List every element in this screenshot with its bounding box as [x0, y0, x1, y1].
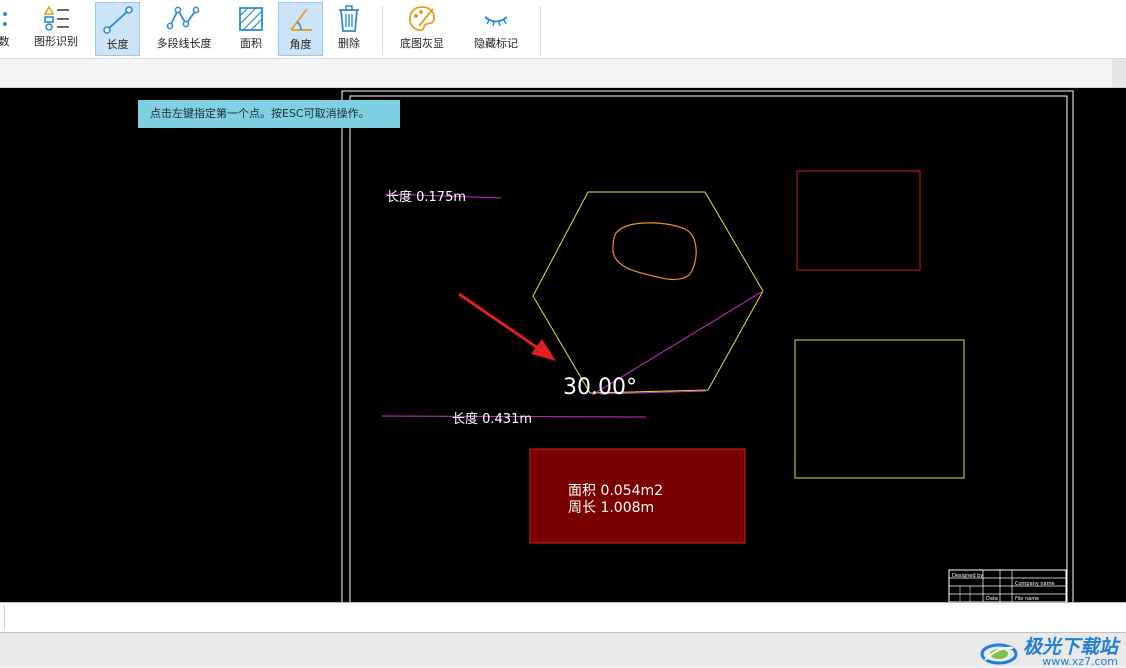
title-company: Company name [1015, 581, 1055, 587]
tool-label: 长度 [106, 38, 129, 51]
arrow-head-icon [531, 339, 556, 361]
tool-length[interactable]: 长度 [95, 2, 140, 56]
toolbar-separator [540, 6, 541, 54]
tool-label: 多段线长度 [156, 37, 212, 50]
red-rectangle[interactable] [796, 170, 921, 271]
tool-shape-recognition[interactable]: 图形识别 [28, 2, 84, 56]
length-label-1: 长度 0.175m [386, 189, 466, 205]
tool-label: 隐藏标记 [474, 37, 518, 50]
tool-label: 角度 [289, 38, 312, 51]
hide-marks-icon [484, 16, 508, 27]
tool-label: 面积 [240, 37, 262, 50]
gray-base-map-icon [408, 6, 435, 32]
drawing-canvas[interactable]: 长度 0.175m 长度 0.431m 30.00° 面积 0.054m2 周长… [0, 88, 1126, 602]
length-label-2: 长度 0.431m [452, 411, 532, 427]
tool-gray-base-map[interactable]: 底图灰显 [394, 2, 450, 56]
title-block: Designed by Company name Date File name [948, 569, 1067, 602]
status-bar: 极光下载站 www.xz7.com [0, 632, 1126, 668]
toolbar: 数 图形识别 长度 多段线长度 面积 角度 删除 底图灰显 隐藏标记 [0, 0, 1126, 59]
area-label: 面积 0.054m2 [568, 483, 663, 499]
shape-recognition-icon [43, 5, 69, 31]
sub-toolbar-scrollbar[interactable] [1112, 59, 1126, 87]
yellow-rectangle[interactable] [794, 339, 965, 479]
hexagon-shape[interactable] [532, 191, 764, 394]
perimeter-label: 周长 1.008m [568, 500, 654, 516]
angle-icon [289, 8, 312, 31]
title-designed-by: Designed by [952, 573, 983, 579]
polyline-length-icon [166, 6, 200, 30]
tool-delete[interactable]: 删除 [328, 2, 370, 56]
area-icon [239, 7, 263, 31]
length-icon [102, 6, 133, 34]
tool-angle[interactable]: 角度 [278, 2, 323, 56]
command-input[interactable] [4, 605, 1123, 629]
toolbar-partial-label: 数 [0, 35, 10, 48]
pointer-arrow [458, 292, 546, 355]
watermark: 极光下载站 www.xz7.com [979, 637, 1118, 668]
partial-icon [3, 12, 7, 26]
angle-label: 30.00° [563, 375, 637, 400]
watermark-logo-icon [980, 643, 1018, 664]
sub-toolbar [0, 59, 1126, 88]
command-bar [0, 602, 1126, 633]
tool-polyline-length[interactable]: 多段线长度 [150, 2, 218, 56]
watermark-brand: 极光下载站 [1022, 636, 1118, 658]
toolbar-partial-button[interactable]: 数 [0, 2, 14, 56]
instruction-tooltip: 点击左键指定第一个点。按ESC可取消操作。 [138, 100, 400, 128]
freeform-shape[interactable] [612, 222, 697, 281]
toolbar-separator [382, 6, 383, 54]
cad-drawing: 长度 0.175m 长度 0.431m 30.00° 面积 0.054m2 周长… [341, 90, 1074, 602]
tool-area[interactable]: 面积 [228, 2, 274, 56]
tool-label: 删除 [338, 37, 360, 50]
tool-label: 图形识别 [34, 35, 78, 48]
tool-hide-marks[interactable]: 隐藏标记 [468, 2, 524, 56]
tool-label: 底图灰显 [400, 37, 444, 50]
delete-icon [339, 5, 359, 32]
